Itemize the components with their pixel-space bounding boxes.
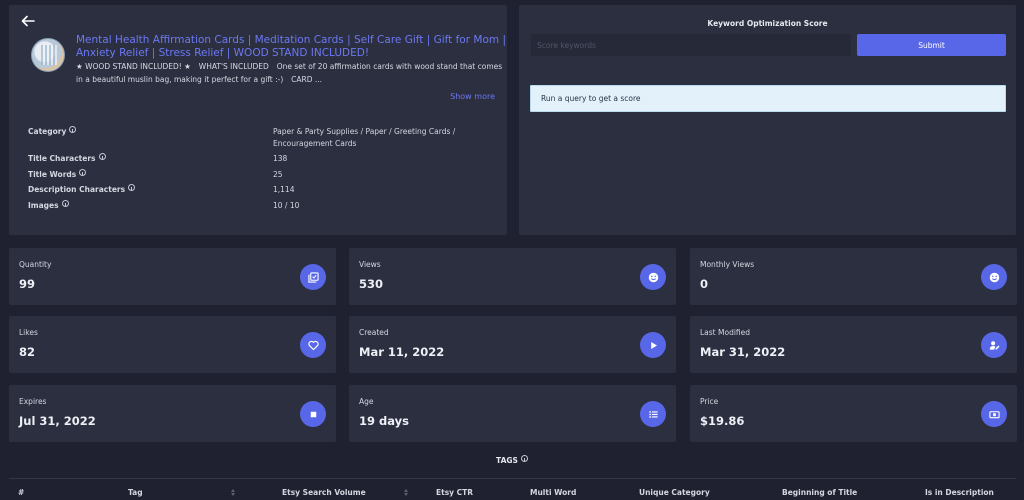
info-icon[interactable]: [69, 126, 77, 133]
heart-icon: [300, 332, 326, 358]
stat-card-price: Price $19.86: [690, 385, 1017, 442]
attr-value-images: 10 / 10: [273, 201, 300, 210]
column-header-tag[interactable]: Tag: [128, 488, 143, 497]
info-icon[interactable]: [128, 184, 136, 191]
stat-label: Quantity: [19, 260, 52, 269]
back-arrow-icon[interactable]: [21, 15, 35, 27]
submit-button[interactable]: Submit: [857, 34, 1006, 56]
stat-label: Last Modified: [700, 328, 751, 337]
column-header-multi-word[interactable]: Multi Word: [530, 488, 576, 497]
keyword-score-title: Keyword Optimization Score: [707, 19, 828, 28]
info-icon[interactable]: [520, 455, 528, 462]
stat-value: 0: [700, 277, 709, 291]
listing-title[interactable]: Mental Health Affirmation Cards | Medita…: [76, 34, 508, 60]
score-result-alert: Run a query to get a score: [530, 85, 1006, 112]
user-edit-icon: [981, 332, 1007, 358]
stat-value: 530: [359, 277, 384, 291]
attr-value-description-characters: 1,114: [273, 185, 295, 194]
smiley-icon: [640, 264, 666, 290]
stat-card-expires: Expires Jul 31, 2022: [9, 385, 336, 442]
listing-panel: Mental Health Affirmation Cards | Medita…: [9, 5, 507, 235]
sort-icon[interactable]: [401, 488, 408, 497]
stat-card-views: Views 530: [349, 248, 676, 305]
attr-label-images: Images: [28, 200, 69, 210]
stat-label: Views: [359, 260, 381, 269]
stat-card-likes: Likes 82: [9, 316, 336, 373]
stat-card-monthly-views: Monthly Views 0: [690, 248, 1017, 305]
money-icon: [981, 401, 1007, 427]
play-icon: [640, 332, 666, 358]
info-icon[interactable]: [79, 169, 87, 176]
checklist-icon: [300, 264, 326, 290]
stat-label: Price: [700, 397, 719, 406]
column-header-beginning-of-title[interactable]: Beginning of Title: [782, 488, 857, 497]
stat-card-last-modified: Last Modified Mar 31, 2022: [690, 316, 1017, 373]
stat-card-created: Created Mar 11, 2022: [349, 316, 676, 373]
stat-value: $19.86: [700, 414, 745, 428]
stat-label: Created: [359, 328, 389, 337]
column-header-etsy-ctr[interactable]: Etsy CTR: [436, 488, 473, 497]
keyword-score-panel: Keyword Optimization Score Submit Run a …: [519, 5, 1016, 235]
stat-card-quantity: Quantity 99: [9, 248, 336, 305]
stat-value: Mar 11, 2022: [359, 345, 445, 359]
stat-card-age: Age 19 days: [349, 385, 676, 442]
attr-value-title-characters: 138: [273, 154, 288, 163]
stat-value: Jul 31, 2022: [19, 414, 96, 428]
column-header-number[interactable]: #: [18, 488, 24, 497]
tags-section-title: TAGS: [0, 455, 1024, 465]
stat-label: Age: [359, 397, 374, 406]
stat-value: 82: [19, 345, 36, 359]
attr-label-title-characters: Title Characters: [28, 153, 106, 163]
stat-label: Monthly Views: [700, 260, 755, 269]
attr-value-category: Paper & Party Supplies / Paper / Greetin…: [273, 127, 456, 148]
stat-label: Likes: [19, 328, 38, 337]
stop-icon: [300, 401, 326, 427]
score-keywords-input[interactable]: [531, 34, 851, 56]
attr-label-title-words: Title Words: [28, 169, 87, 179]
stat-value: 99: [19, 277, 36, 291]
stat-value: Mar 31, 2022: [700, 345, 786, 359]
column-header-etsy-search-volume[interactable]: Etsy Search Volume: [282, 488, 366, 497]
list-icon: [640, 401, 666, 427]
listing-thumbnail: [31, 38, 65, 72]
stat-value: 19 days: [359, 414, 409, 428]
tags-table-header: # Tag Etsy Search Volume Etsy CTR Multi …: [9, 478, 1016, 500]
attr-label-category: Category: [28, 126, 77, 136]
column-header-unique-category[interactable]: Unique Category: [639, 488, 710, 497]
attr-label-description-characters: Description Characters: [28, 184, 136, 194]
column-header-is-in-description[interactable]: Is in Description: [925, 488, 994, 497]
info-icon[interactable]: [61, 200, 69, 207]
smiley-icon: [981, 264, 1007, 290]
listing-description: ★ WOOD STAND INCLUDED! ★ ⠀WHAT'S INCLUDE…: [76, 62, 503, 84]
attr-value-title-words: 25: [273, 170, 283, 179]
stat-label: Expires: [19, 397, 47, 406]
sort-icon[interactable]: [228, 488, 235, 497]
info-icon[interactable]: [98, 153, 106, 160]
show-more-link[interactable]: Show more: [450, 92, 495, 101]
